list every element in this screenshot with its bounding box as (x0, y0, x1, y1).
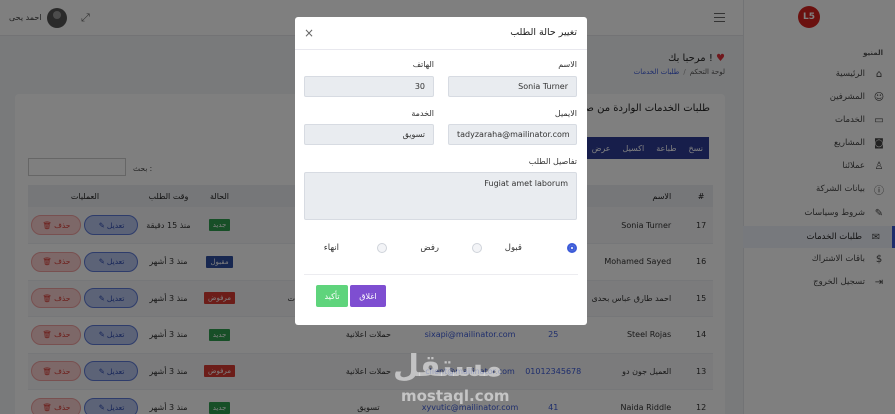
finish-label: انهاء (323, 243, 339, 253)
service-label: الخدمة (411, 109, 434, 118)
email-field[interactable]: tadyzaraha@mailinator.com (448, 124, 577, 145)
phone-field[interactable]: 30 (304, 76, 434, 97)
reject-radio[interactable] (472, 243, 482, 253)
modal-header: تغيير حالة الطلب × (295, 17, 587, 50)
details-textarea[interactable]: Fugiat amet laborum (304, 172, 577, 220)
finish-option[interactable]: انهاء (324, 243, 387, 253)
confirm-button[interactable]: تأكيد (316, 285, 348, 307)
details-label: تفاصيل الطلب (528, 157, 577, 166)
modal-footer-divider (304, 274, 578, 275)
close-icon[interactable]: × (304, 26, 314, 40)
reject-option[interactable]: رفض (420, 243, 482, 253)
modal-title: تغيير حالة الطلب (510, 27, 577, 38)
close-button[interactable]: اغلاق (350, 285, 386, 307)
change-status-modal: تغيير حالة الطلب × الاسم Sonia Turner ال… (295, 17, 587, 325)
accept-option[interactable]: قبول (505, 243, 577, 253)
phone-label: الهاتف (412, 60, 434, 69)
service-field[interactable]: تسويق (304, 124, 434, 145)
reject-label: رفض (420, 243, 439, 253)
name-field[interactable]: Sonia Turner (448, 76, 577, 97)
name-label: الاسم (558, 60, 577, 69)
email-label: الايميل (554, 109, 577, 118)
accept-radio[interactable] (567, 243, 577, 253)
accept-label: قبول (504, 243, 522, 253)
finish-radio[interactable] (377, 243, 387, 253)
